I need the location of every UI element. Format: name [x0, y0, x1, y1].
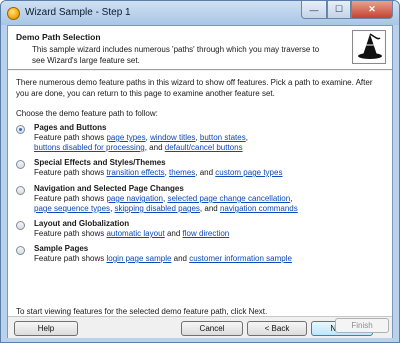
option-prefix: Feature path shows [34, 194, 107, 203]
feature-link[interactable]: page types [106, 133, 145, 142]
link-separator: , and [195, 168, 216, 177]
feature-link[interactable]: login page sample [106, 254, 171, 263]
footer-note: To start viewing features for the select… [16, 307, 268, 316]
option-description: page sequence types, skipping disabled p… [34, 204, 388, 214]
option-prefix: Feature path shows [34, 133, 107, 142]
finish-button[interactable]: Finish [335, 318, 389, 333]
option-pages-and-buttons[interactable]: Pages and Buttons Feature path shows page… [16, 122, 388, 153]
feature-link[interactable]: buttons disabled for processing [34, 143, 145, 152]
feature-link[interactable]: automatic layout [106, 229, 164, 238]
wizard-body: There numerous demo feature paths in thi… [8, 71, 392, 316]
minimize-button[interactable]: — [301, 1, 327, 19]
link-separator: , [290, 194, 293, 203]
link-separator: , [245, 133, 248, 142]
option-description: Feature path shows automatic layout and … [34, 229, 388, 239]
option-title: Sample Pages [34, 244, 89, 253]
radio-button[interactable] [16, 246, 25, 255]
wizard-client: Demo Path Selection This sample wizard i… [7, 25, 393, 338]
wizard-header: Demo Path Selection This sample wizard i… [8, 26, 392, 70]
feature-link[interactable]: page navigation [106, 194, 163, 203]
title-bar[interactable]: Wizard Sample - Step 1 — ☐ ✕ [1, 1, 399, 25]
feature-link[interactable]: page sequence types [34, 204, 110, 213]
feature-link[interactable]: themes [169, 168, 195, 177]
option-layout-globalization[interactable]: Layout and Globalization Feature path sho… [16, 218, 388, 239]
option-title: Pages and Buttons [34, 123, 107, 132]
feature-link[interactable]: flow direction [183, 229, 230, 238]
intro-text: There numerous demo feature paths in thi… [16, 78, 373, 98]
option-navigation[interactable]: Navigation and Selected Page Changes Feat… [16, 183, 388, 214]
feature-link[interactable]: button states [200, 133, 246, 142]
feature-link[interactable]: custom page types [215, 168, 282, 177]
page-title: Demo Path Selection [16, 32, 101, 42]
option-title: Special Effects and Styles/Themes [34, 158, 166, 167]
cancel-button[interactable]: Cancel [181, 321, 243, 336]
radio-button[interactable] [16, 221, 25, 230]
back-button[interactable]: < Back [247, 321, 307, 336]
help-button[interactable]: Help [14, 321, 78, 336]
option-prefix: Feature path shows [34, 229, 107, 238]
feature-link[interactable]: window titles [150, 133, 195, 142]
option-description: Feature path shows login page sample and… [34, 254, 388, 264]
caption-buttons: — ☐ ✕ [301, 1, 393, 19]
feature-link[interactable]: skipping disabled pages [115, 204, 200, 213]
feature-link[interactable]: transition effects [106, 168, 164, 177]
feature-link[interactable]: selected page change cancellation [167, 194, 290, 203]
option-description: buttons disabled for processing, and def… [34, 143, 388, 153]
feature-link[interactable]: default/cancel buttons [165, 143, 243, 152]
radio-button[interactable] [16, 125, 25, 134]
close-button[interactable]: ✕ [351, 1, 393, 19]
option-title: Navigation and Selected Page Changes [34, 184, 184, 193]
maximize-button[interactable]: ☐ [327, 1, 351, 19]
choose-label: Choose the demo feature path to follow: [16, 109, 158, 118]
option-prefix: Feature path shows [34, 168, 107, 177]
radio-button[interactable] [16, 186, 25, 195]
link-separator: and [164, 229, 183, 238]
option-description: Feature path shows page types, window ti… [34, 133, 388, 143]
wizard-window: Wizard Sample - Step 1 — ☐ ✕ Demo Path S… [0, 0, 400, 343]
page-description: This sample wizard includes numerous 'pa… [32, 45, 320, 65]
link-separator: , and [199, 204, 220, 213]
option-special-effects[interactable]: Special Effects and Styles/Themes Feature… [16, 157, 388, 178]
option-title: Layout and Globalization [34, 219, 130, 228]
wizard-hat-icon [352, 30, 386, 64]
link-separator: and [171, 254, 190, 263]
wizard-app-icon [7, 7, 20, 20]
feature-link[interactable]: navigation commands [220, 204, 298, 213]
option-prefix: Feature path shows [34, 254, 107, 263]
link-separator: , and [144, 143, 165, 152]
option-description: Feature path shows transition effects, t… [34, 168, 388, 178]
option-sample-pages[interactable]: Sample Pages Feature path shows login pag… [16, 243, 388, 264]
option-description: Feature path shows page navigation, sele… [34, 194, 388, 204]
feature-link[interactable]: customer information sample [189, 254, 292, 263]
radio-button[interactable] [16, 160, 25, 169]
window-title: Wizard Sample - Step 1 [25, 7, 131, 18]
